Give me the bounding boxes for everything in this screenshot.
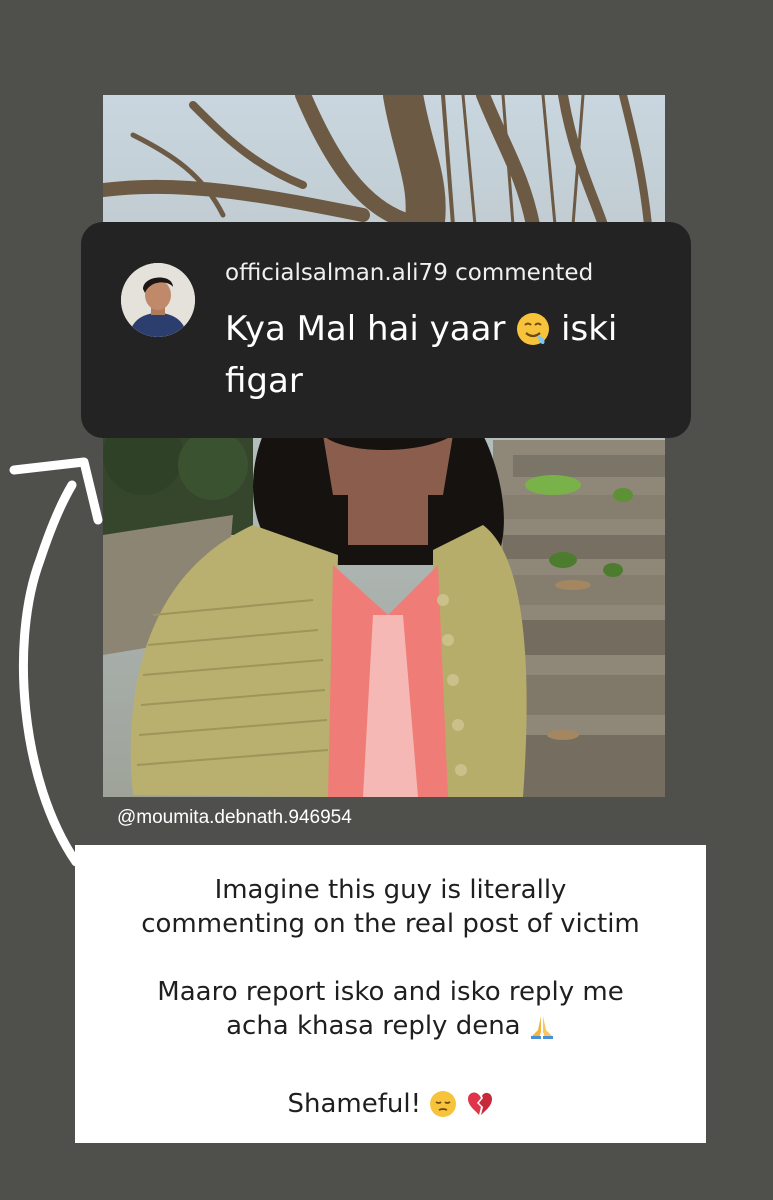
caption-line: commenting on the real post of victim [141, 909, 640, 939]
comment-header: officialsalman.ali79 commented [225, 260, 593, 286]
comment-text-part1: Kya Mal hai yaar [225, 309, 506, 349]
caption-paragraph-2: Maaro report isko and isko reply me acha… [75, 975, 706, 1049]
folded-hands-emoji-icon [529, 1014, 555, 1049]
comment-card: officialsalman.ali79 commented Kya Mal h… [81, 222, 691, 438]
post-handle[interactable]: @moumita.debnath.946954 [117, 807, 352, 829]
caption-line-text: Shameful! [287, 1089, 421, 1119]
caption-line: Imagine this guy is literally [214, 875, 567, 905]
photo-illustration [103, 95, 665, 797]
caption-box: Imagine this guy is literally commenting… [75, 845, 706, 1143]
caption-paragraph-1: Imagine this guy is literally commenting… [75, 873, 706, 941]
caption-paragraph-3: Shameful! [75, 1087, 706, 1127]
caption-line-with-emoji: Shameful! [75, 1087, 706, 1127]
caption-line-text: acha khasa reply dena [226, 1011, 521, 1041]
pensive-face-emoji-icon [429, 1090, 457, 1127]
avatar[interactable] [121, 263, 195, 337]
comment-action: commented [455, 260, 594, 286]
broken-heart-emoji-icon [466, 1090, 494, 1127]
comment-text: Kya Mal hai yaar iski figar [225, 306, 665, 404]
caption-line-with-emoji: acha khasa reply dena [75, 1009, 706, 1049]
post-photo [103, 95, 665, 797]
drooling-face-emoji-icon [516, 312, 550, 358]
caption-line: Maaro report isko and isko reply me [157, 977, 624, 1007]
profile-photo-icon [121, 263, 195, 337]
comment-username[interactable]: officialsalman.ali79 [225, 260, 448, 286]
